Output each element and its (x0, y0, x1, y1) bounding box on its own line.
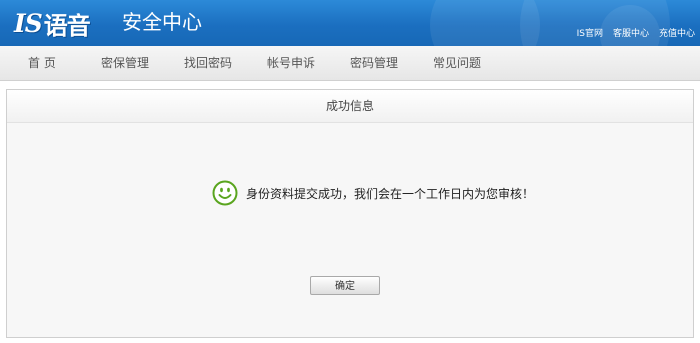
nav-item-faq[interactable]: 常见问题 (433, 46, 481, 80)
link-recharge-center[interactable]: 充值中心 (659, 26, 695, 39)
panel-title: 成功信息 (7, 90, 693, 123)
logo-name: 语音 (43, 11, 91, 40)
link-official-site[interactable]: IS官网 (577, 26, 603, 39)
nav-item-account-appeal[interactable]: 帐号申诉 (267, 46, 315, 80)
top-links: IS官网 客服中心 充值中心 (577, 26, 695, 39)
nav-item-recover-password[interactable]: 找回密码 (184, 46, 232, 80)
message-text: 身份资料提交成功，我们会在一个工作日内为您审核！ (246, 186, 535, 201)
header-banner: IS 语音 安全中心 IS官网 客服中心 充值中心 (0, 0, 700, 46)
smile-icon (212, 180, 238, 206)
site-logo[interactable]: IS 语音 (14, 5, 91, 41)
nav-item-security-question[interactable]: 密保管理 (101, 46, 149, 80)
main-nav: 首 页 密保管理 找回密码 帐号申诉 密码管理 常见问题 (0, 46, 700, 81)
success-panel: 成功信息 身份资料提交成功，我们会在一个工作日内为您审核！ 确定 (6, 89, 694, 338)
logo-mark: IS (14, 8, 43, 38)
nav-item-home[interactable]: 首 页 (28, 46, 56, 80)
site-subtitle: 安全中心 (122, 10, 202, 34)
link-customer-service[interactable]: 客服中心 (613, 26, 649, 39)
nav-item-password-management[interactable]: 密码管理 (350, 46, 398, 80)
confirm-button[interactable]: 确定 (310, 276, 380, 295)
success-message: 身份资料提交成功，我们会在一个工作日内为您审核！ (212, 180, 534, 206)
